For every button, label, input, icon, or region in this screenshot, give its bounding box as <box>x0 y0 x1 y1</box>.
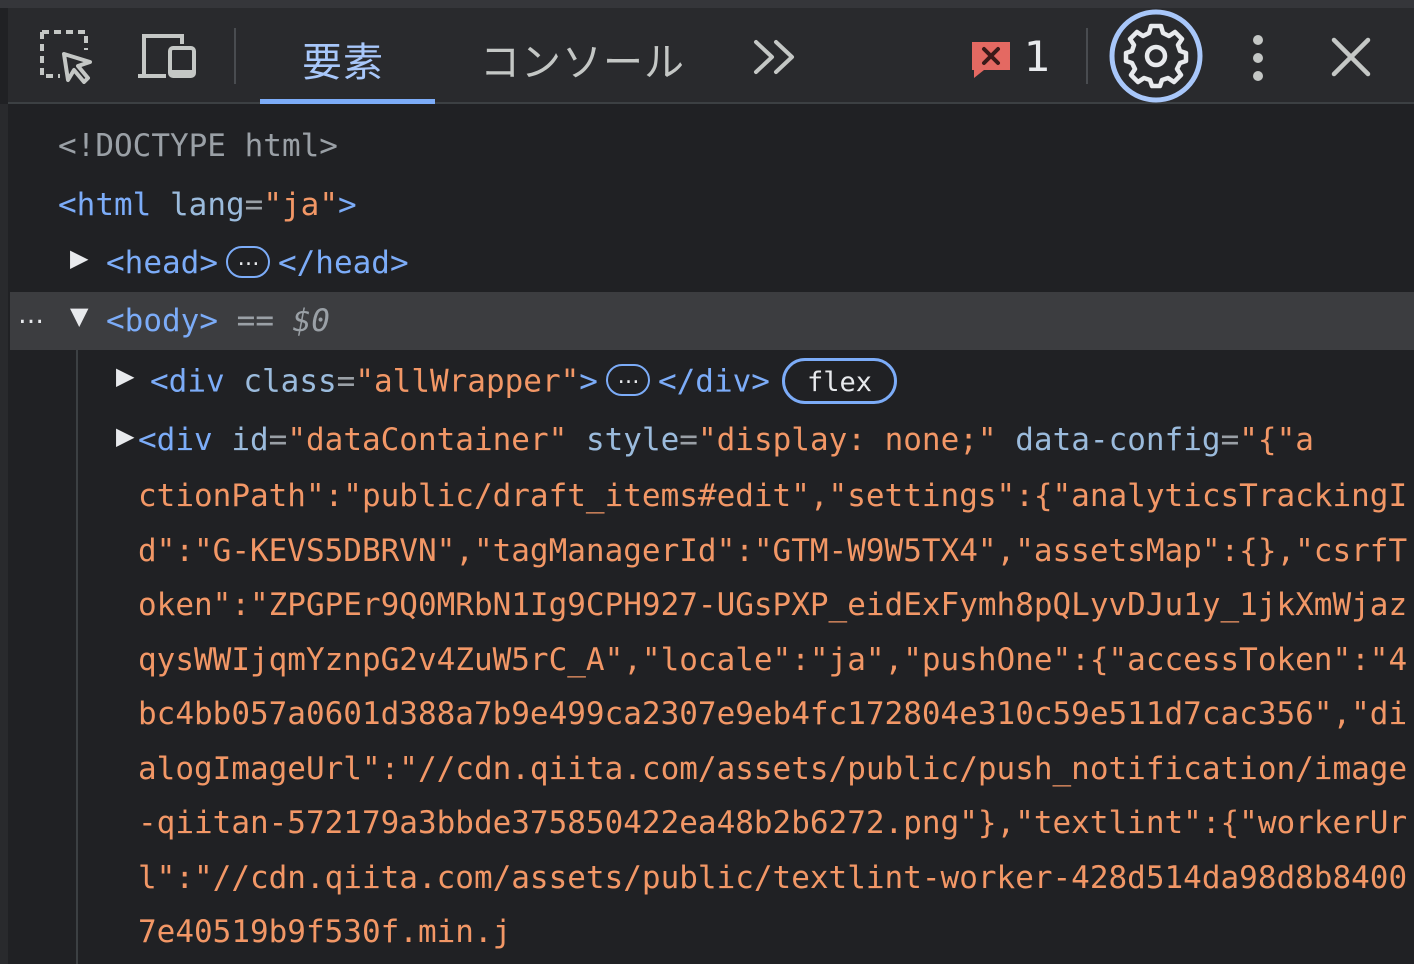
selection-marker: == $0 <box>236 303 330 339</box>
html-node[interactable]: <html lang="ja"> <box>58 185 357 225</box>
attr-value: "ja" <box>263 187 338 223</box>
data-config-value-wrapped[interactable]: ctionPath":"public/draft_items#edit","se… <box>138 469 1410 960</box>
tag-bracket: > <box>337 187 357 223</box>
error-counter[interactable]: 1 <box>968 32 1068 82</box>
attr-equals: = <box>244 187 264 223</box>
attr-name: lang <box>170 187 245 223</box>
error-count: 1 <box>1024 32 1051 81</box>
inspect-element-icon[interactable] <box>38 28 94 84</box>
row-dots[interactable]: … <box>18 300 44 330</box>
attr-equals: = <box>1220 422 1240 458</box>
tag-bracket: > <box>579 363 598 400</box>
body-open-tag: <body> <box>106 303 218 339</box>
more-tabs-icon[interactable] <box>752 38 804 76</box>
device-toolbar-icon[interactable] <box>136 30 202 84</box>
attr-data-config-value-start: "{"a <box>1239 422 1314 458</box>
window-top-strip <box>0 0 1414 8</box>
doctype-node[interactable]: <!DOCTYPE html> <box>58 126 338 166</box>
close-icon[interactable] <box>1330 36 1372 78</box>
body-node[interactable]: <body> == $0 <box>106 301 330 341</box>
head-node[interactable]: <head>… </head> <box>106 243 409 283</box>
settings-gear-icon[interactable] <box>1108 8 1204 104</box>
attr-id-value: "dataContainer" <box>287 422 568 458</box>
tag-bracket: < <box>58 187 77 223</box>
toolbar-separator <box>234 28 236 84</box>
div-allwrapper-node[interactable]: <div class="allWrapper">… </div> flex <box>150 358 897 406</box>
devtools-toolbar: 要素 コンソール 1 <box>8 8 1414 104</box>
attr-equals: = <box>679 422 698 458</box>
indent-guide <box>76 350 78 964</box>
expand-triangle-icon[interactable]: ▶ <box>70 244 88 272</box>
attr-data-config-name: data-config <box>1015 422 1221 458</box>
attr-equals: = <box>268 422 288 458</box>
error-badge-icon <box>972 42 1010 78</box>
tab-console[interactable]: コンソール <box>480 30 685 88</box>
attr-style-value: "display: none;" <box>697 422 997 458</box>
expand-triangle-icon[interactable]: ▶ <box>116 422 134 450</box>
elements-dom-tree: <!DOCTYPE html> <html lang="ja"> ▶ <head… <box>8 104 1414 964</box>
head-close-tag: </head> <box>277 245 409 281</box>
kebab-menu-icon[interactable] <box>1246 32 1270 84</box>
attr-equals: = <box>336 363 356 400</box>
expand-triangle-icon[interactable]: ▶ <box>116 362 134 390</box>
collapse-triangle-icon[interactable]: ▼ <box>70 302 88 330</box>
div-close-tag: </div> <box>657 363 770 400</box>
flex-badge[interactable]: flex <box>781 358 897 404</box>
toolbar-separator <box>1086 28 1088 84</box>
div-datacontainer-node[interactable]: <div id="dataContainer" style="display: … <box>138 420 1314 460</box>
attr-name: class <box>243 363 337 400</box>
collapsed-ellipsis-button[interactable]: … <box>605 364 650 396</box>
tab-elements[interactable]: 要素 <box>302 30 384 88</box>
div-open-tag: <div <box>150 363 225 400</box>
html-tag-name: html <box>76 187 152 223</box>
attr-style-name: style <box>585 422 680 458</box>
attr-id-name: id <box>231 422 269 458</box>
head-open-tag: <head> <box>106 245 218 281</box>
div-open-tag: <div <box>138 422 213 458</box>
left-gutter <box>0 104 8 964</box>
attr-value: "allWrapper" <box>355 363 580 400</box>
collapsed-ellipsis-button[interactable]: … <box>225 245 270 278</box>
